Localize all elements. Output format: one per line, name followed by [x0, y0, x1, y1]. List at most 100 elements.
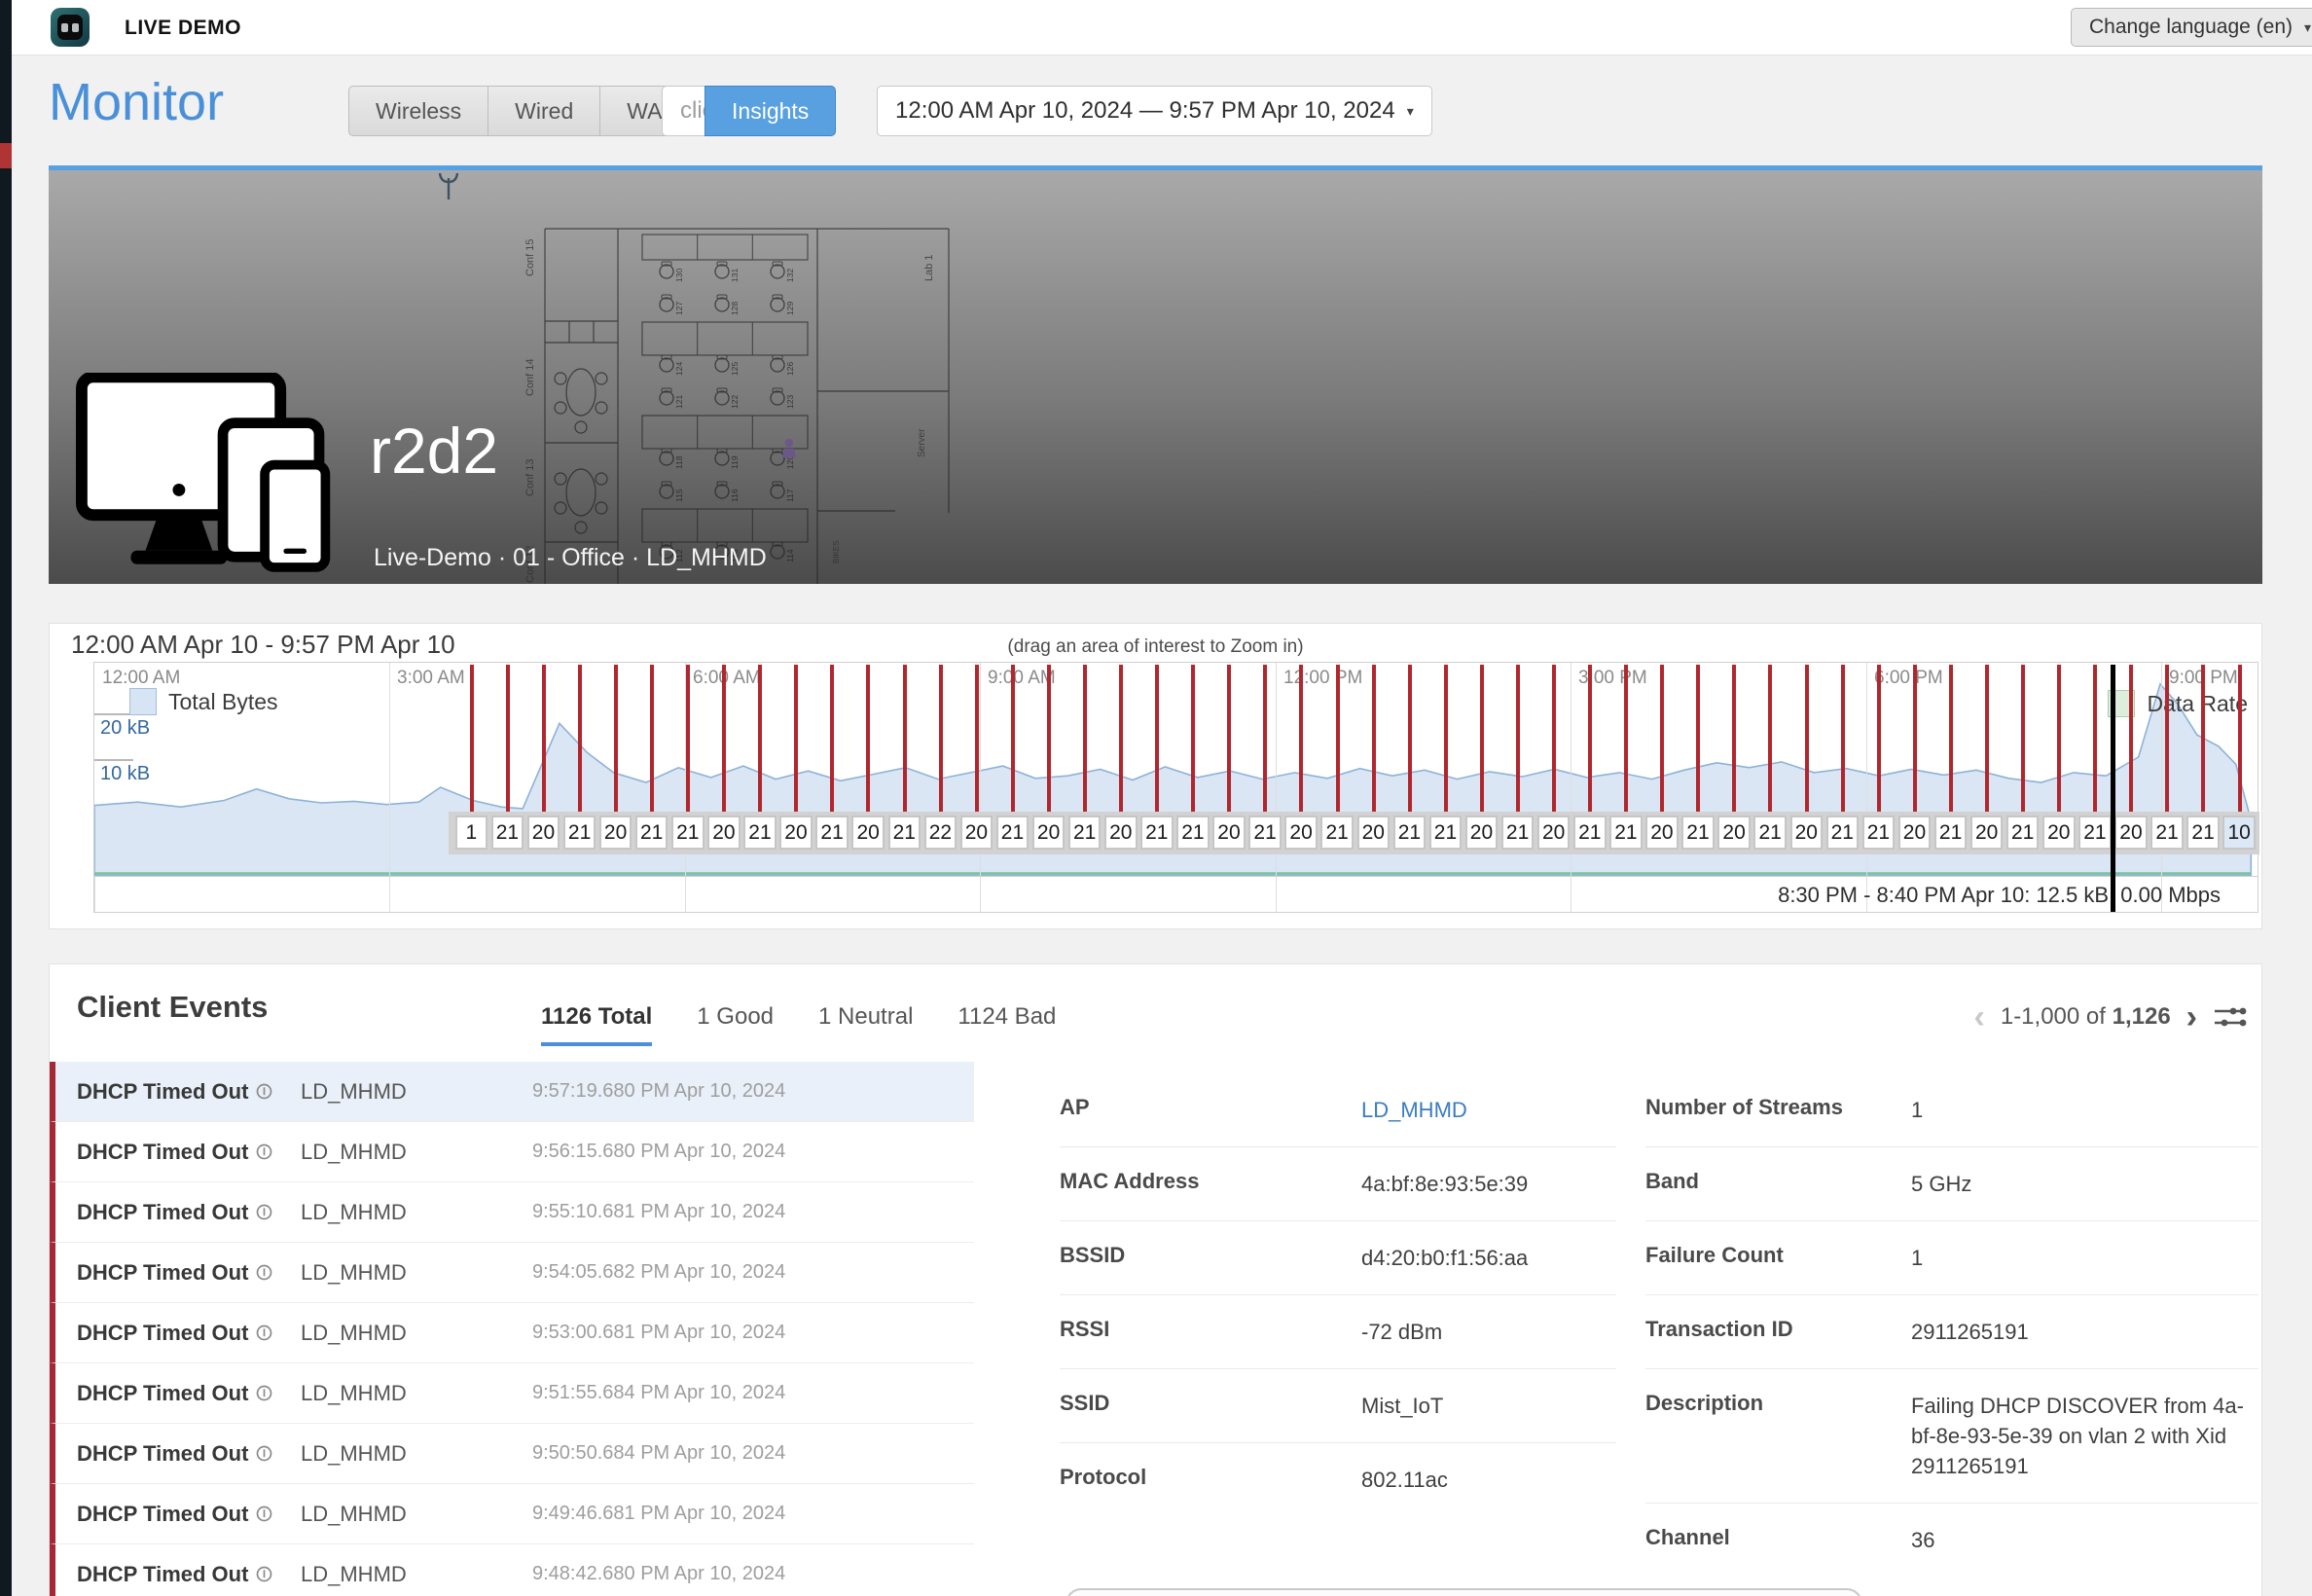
event-tab-1124-bad[interactable]: 1124 Bad [957, 1003, 1056, 1046]
failure-count-bucket[interactable]: 20 [1465, 816, 1499, 850]
failure-count-bucket[interactable]: 21 [1609, 816, 1643, 850]
failure-count-bucket[interactable]: 21 [1753, 816, 1787, 850]
failure-count-bucket[interactable]: 21 [1573, 816, 1607, 850]
failure-count-bucket[interactable]: 21 [1429, 816, 1463, 850]
event-timestamp: 9:50:50.684 PM Apr 10, 2024 [532, 1442, 785, 1465]
brand-logo-icon[interactable] [51, 8, 90, 47]
failure-count-bucket[interactable]: 1 [455, 816, 488, 850]
next-page-button[interactable]: › [2186, 1005, 2197, 1029]
room-label: Lab 1 [923, 254, 935, 281]
desk-number: 125 [730, 362, 740, 376]
event-row[interactable]: DHCP Timed OutLD_MHMD9:55:10.681 PM Apr … [50, 1182, 974, 1243]
failure-event-bar [2093, 665, 2097, 812]
failure-count-bucket[interactable]: 20 [1032, 816, 1066, 850]
failure-count-bucket[interactable]: 21 [1176, 816, 1210, 850]
failure-count-bucket[interactable]: 21 [2186, 816, 2220, 850]
failure-count-bucket[interactable]: 20 [707, 816, 741, 850]
failure-count-bucket[interactable]: 21 [1320, 816, 1354, 850]
event-settings-icon[interactable] [2213, 1003, 2248, 1031]
failure-count-bucket[interactable]: 20 [1537, 816, 1571, 850]
failure-count-bucket[interactable]: 20 [1212, 816, 1246, 850]
event-tab-1-neutral[interactable]: 1 Neutral [818, 1003, 913, 1046]
tab-insights[interactable]: Insights [704, 86, 836, 136]
failure-count-bucket[interactable]: 21 [1826, 816, 1860, 850]
legend-total-bytes: Total Bytes [129, 688, 278, 715]
total-bytes-swatch [129, 688, 157, 715]
failure-count-bucket[interactable]: 21 [1501, 816, 1535, 850]
event-row[interactable]: DHCP Timed OutLD_MHMD9:57:19.680 PM Apr … [50, 1062, 974, 1122]
event-tab-1126-total[interactable]: 1126 Total [541, 1003, 652, 1046]
failure-count-bucket[interactable]: 20 [851, 816, 885, 850]
failure-count-bucket[interactable]: 10 [2222, 816, 2256, 850]
failure-count-bucket[interactable]: 21 [2006, 816, 2040, 850]
tab-wired[interactable]: Wired [488, 86, 600, 136]
failure-count-bucket[interactable]: 20 [779, 816, 813, 850]
failure-count-bucket[interactable]: 22 [924, 816, 957, 850]
y-tick [94, 713, 133, 715]
failure-event-bar [975, 665, 979, 812]
failure-count-bucket[interactable]: 21 [888, 816, 921, 850]
desk-number: 119 [730, 455, 740, 469]
failure-count-bucket[interactable]: 20 [960, 816, 993, 850]
failure-count-bucket[interactable]: 20 [1898, 816, 1932, 850]
failure-count-bucket[interactable]: 20 [1970, 816, 2004, 850]
failure-count-bucket[interactable]: 21 [815, 816, 849, 850]
chart-plot[interactable]: 12:00 AM3:00 AM6:00 AM9:00 AM12:00 PM3:0… [93, 662, 2258, 913]
failure-count-bucket[interactable]: 20 [527, 816, 560, 850]
event-row[interactable]: DHCP Timed OutLD_MHMD9:50:50.684 PM Apr … [50, 1424, 974, 1484]
failure-event-bar [1047, 665, 1051, 812]
failure-count-bucket[interactable]: 21 [1862, 816, 1896, 850]
failure-count-bucket[interactable]: 20 [1284, 816, 1318, 850]
event-row[interactable]: DHCP Timed OutLD_MHMD9:53:00.681 PM Apr … [50, 1303, 974, 1363]
attachment-icon [255, 1505, 273, 1523]
failure-count-bucket[interactable]: 21 [743, 816, 777, 850]
failure-count-bucket[interactable]: 20 [1645, 816, 1679, 850]
failure-count-bucket[interactable]: 21 [2150, 816, 2184, 850]
detail-label: Band [1645, 1169, 1911, 1199]
failure-count-bucket[interactable]: 21 [563, 816, 596, 850]
event-row[interactable]: DHCP Timed OutLD_MHMD9:51:55.684 PM Apr … [50, 1363, 974, 1424]
collapsed-nav-rail[interactable] [0, 0, 12, 1596]
time-cursor[interactable] [2111, 665, 2115, 912]
failure-count-bucket[interactable]: 21 [635, 816, 668, 850]
failure-count-bucket[interactable]: 20 [1717, 816, 1751, 850]
date-range-selector[interactable]: 12:00 AM Apr 10, 2024 — 9:57 PM Apr 10, … [877, 86, 1432, 136]
failure-count-bucket[interactable]: 21 [996, 816, 1030, 850]
failure-count-bucket[interactable]: 21 [2078, 816, 2112, 850]
failure-count-bucket[interactable]: 20 [1104, 816, 1138, 850]
prev-page-button[interactable]: ‹ [1974, 1005, 1985, 1029]
failure-count-bucket[interactable]: 21 [1681, 816, 1715, 850]
desk-number: 114 [785, 549, 795, 562]
failure-count-bucket[interactable]: 21 [1140, 816, 1174, 850]
load-more-button[interactable] [1066, 1588, 1862, 1596]
event-tab-1-good[interactable]: 1 Good [697, 1003, 774, 1046]
failure-count-bucket[interactable]: 20 [2042, 816, 2076, 850]
detail-value-link[interactable]: LD_MHMD [1361, 1095, 1467, 1125]
detail-label: Transaction ID [1645, 1317, 1911, 1347]
event-type: DHCP Timed Out [77, 1079, 301, 1105]
tab-wireless[interactable]: Wireless [348, 86, 488, 136]
event-row[interactable]: DHCP Timed OutLD_MHMD9:49:46.681 PM Apr … [50, 1484, 974, 1544]
desk-number: 130 [674, 269, 684, 282]
failure-count-bucket[interactable]: 20 [1790, 816, 1824, 850]
floorplan-map[interactable]: 1301311321271281291241251261211221231181… [506, 221, 958, 584]
detail-row: Number of Streams1 [1645, 1073, 2258, 1146]
gridline [389, 663, 390, 876]
failure-count-bucket[interactable]: 21 [671, 816, 704, 850]
failure-event-bar [2201, 665, 2205, 812]
event-row[interactable]: DHCP Timed OutLD_MHMD9:54:05.682 PM Apr … [50, 1243, 974, 1303]
failure-count-bucket[interactable]: 21 [1068, 816, 1102, 850]
failure-count-bucket[interactable]: 21 [1248, 816, 1282, 850]
failure-count-bucket[interactable]: 20 [1357, 816, 1391, 850]
event-row[interactable]: DHCP Timed OutLD_MHMD9:56:15.680 PM Apr … [50, 1122, 974, 1182]
event-timestamp: 9:55:10.681 PM Apr 10, 2024 [532, 1201, 785, 1223]
failure-count-bucket[interactable]: 21 [491, 816, 524, 850]
failure-count-bucket[interactable]: 20 [2114, 816, 2148, 850]
failure-count-bucket[interactable]: 21 [1934, 816, 1968, 850]
failure-event-bar [1336, 665, 1340, 812]
event-row[interactable]: DHCP Timed OutLD_MHMD9:48:42.680 PM Apr … [50, 1544, 974, 1596]
section-title: Client Events [77, 990, 268, 1025]
failure-count-bucket[interactable]: 20 [599, 816, 632, 850]
change-language-button[interactable]: Change language (en) ▾ [2071, 8, 2312, 47]
failure-count-bucket[interactable]: 21 [1393, 816, 1427, 850]
